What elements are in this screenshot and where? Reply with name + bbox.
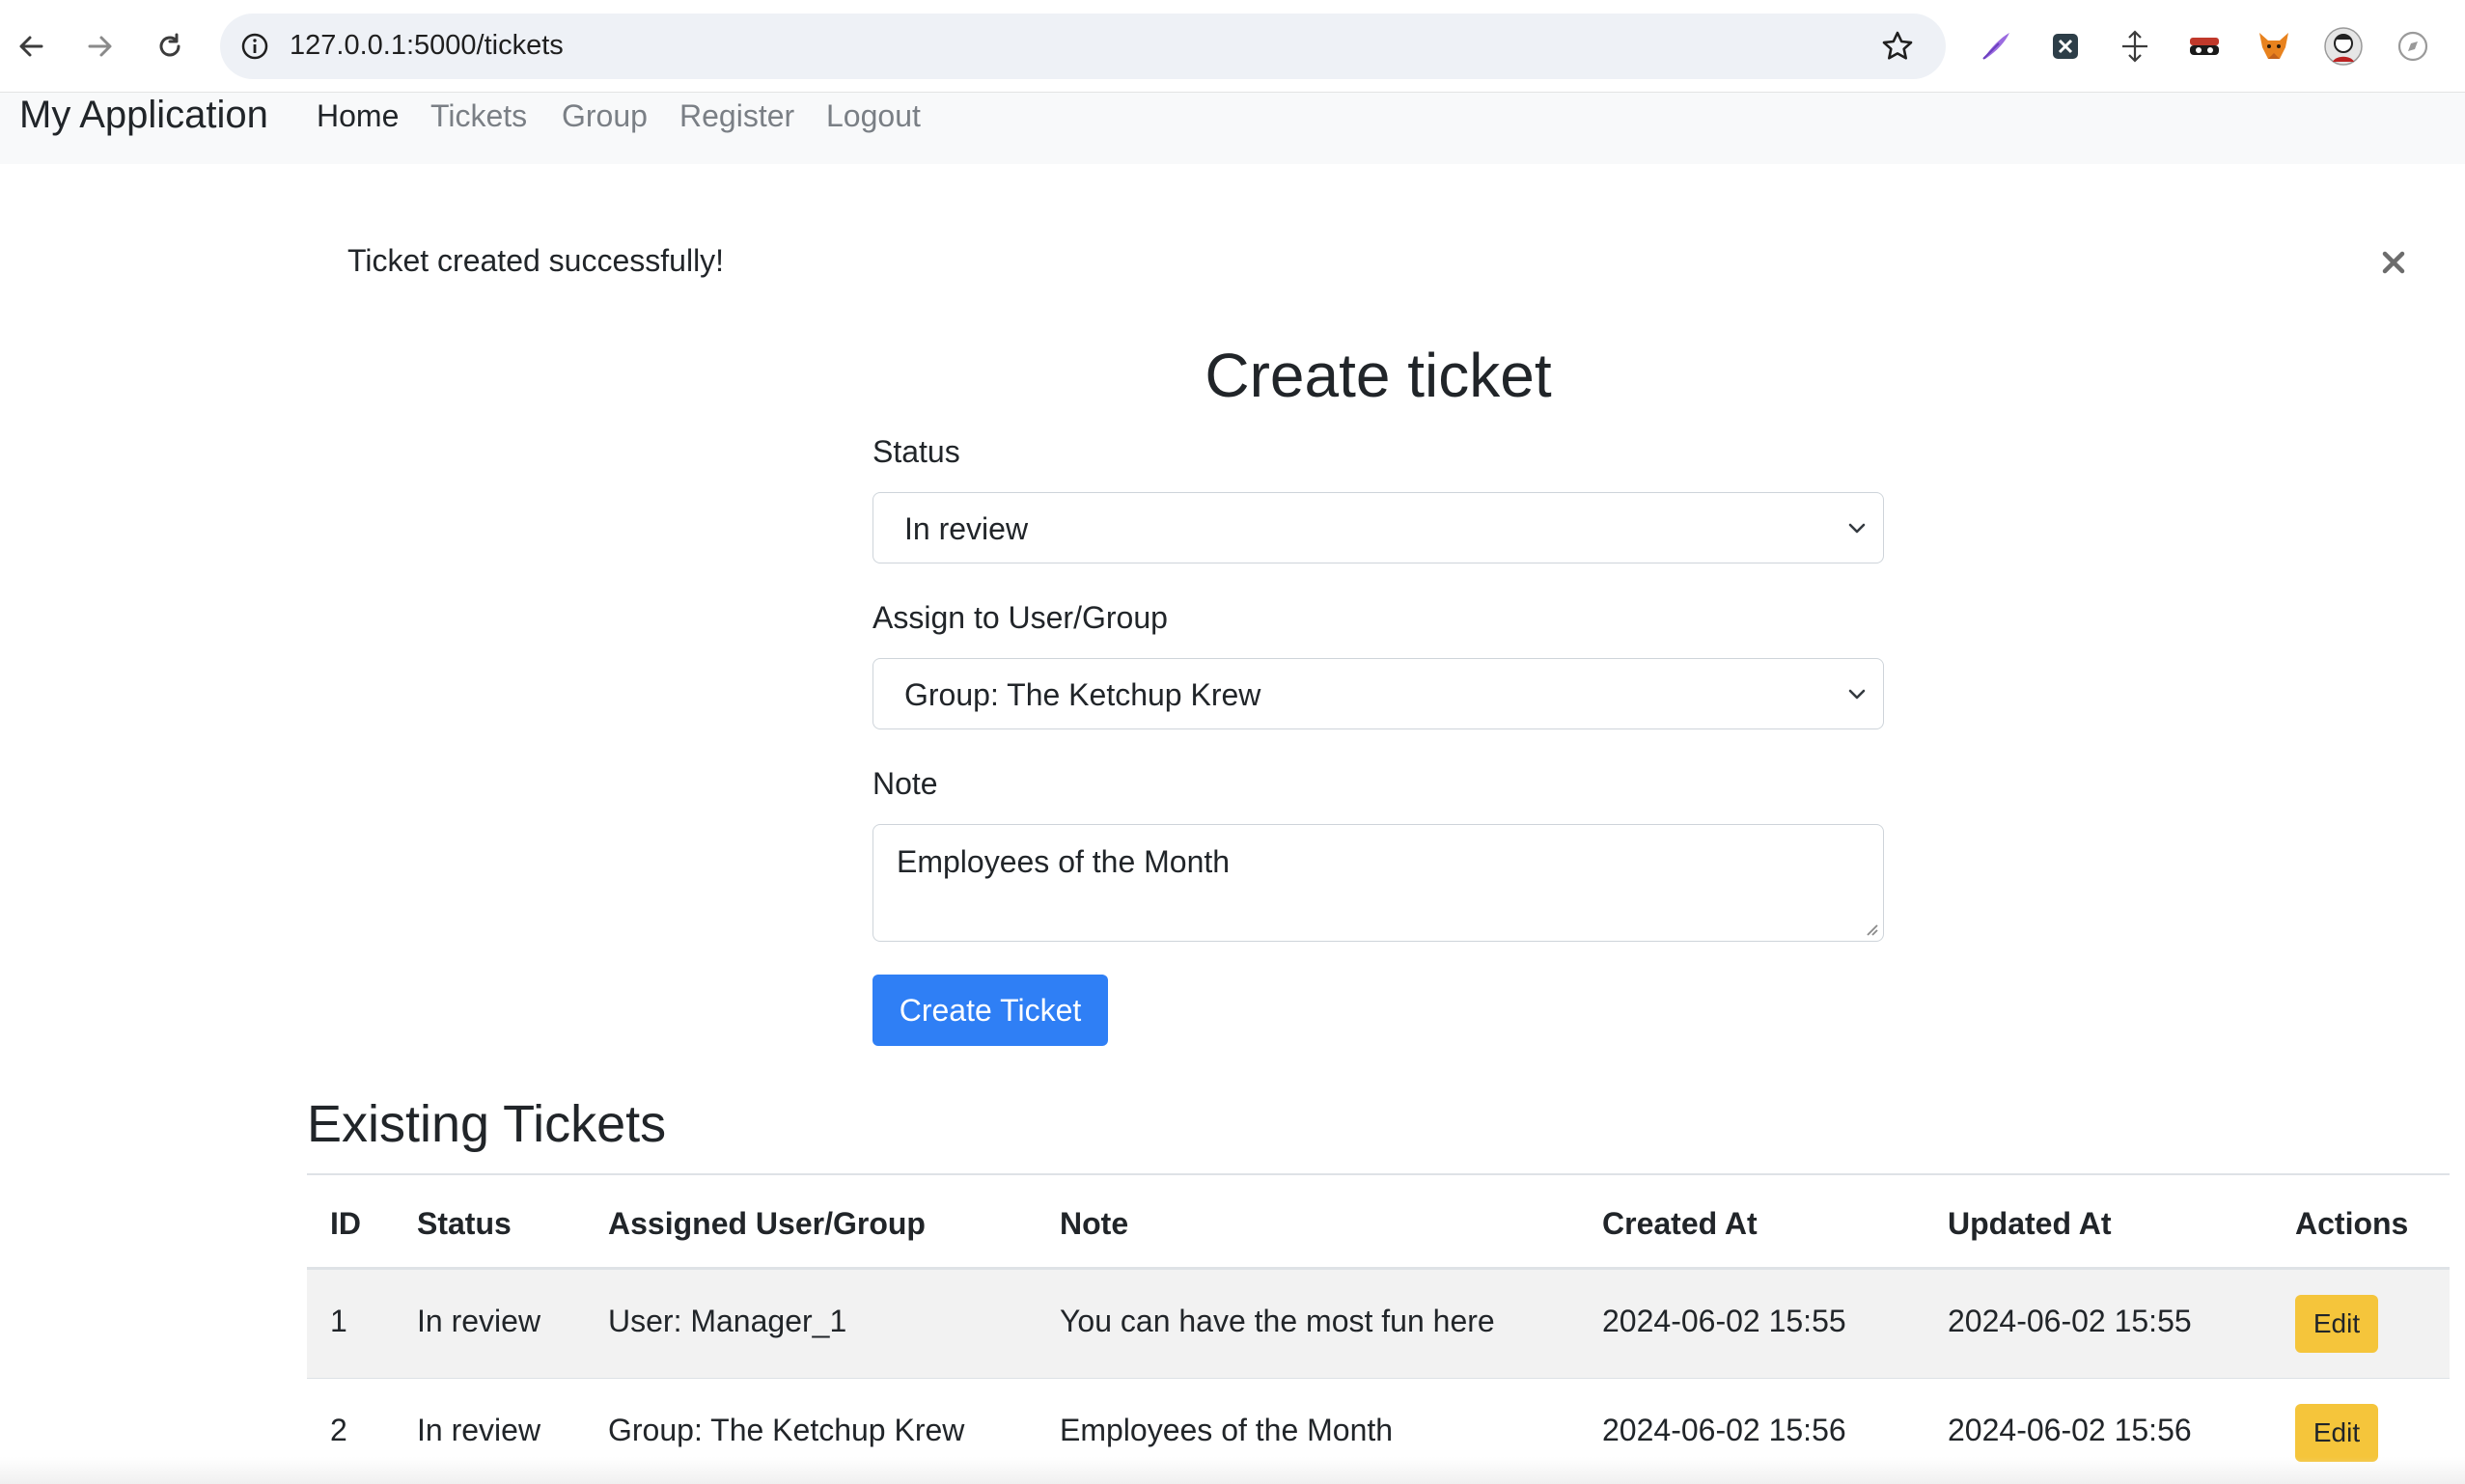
existing-tickets-title: Existing Tickets (307, 1095, 667, 1153)
cell-status: In review (417, 1304, 541, 1338)
nav-link-tickets[interactable]: Tickets (430, 96, 527, 135)
fox-extension-icon[interactable] (2253, 25, 2295, 68)
profile-avatar-icon[interactable] (2322, 25, 2365, 68)
bookmark-star-icon[interactable] (1876, 25, 1919, 68)
note-textarea[interactable]: Employees of the Month (872, 824, 1884, 942)
x-extension-icon[interactable] (2044, 25, 2087, 68)
mask-extension-icon[interactable] (2183, 25, 2226, 68)
column-header-created-at: Created At (1602, 1206, 1758, 1241)
assign-select[interactable]: Group: The Ketchup Krew (872, 658, 1884, 729)
cell-status: In review (417, 1413, 541, 1447)
table-row: 1 In review User: Manager_1 You can have… (307, 1270, 2450, 1379)
cell-updated-at: 2024-06-02 15:56 (1948, 1413, 2192, 1447)
assign-select-value: Group: The Ketchup Krew (904, 677, 1261, 712)
column-header-id: ID (330, 1206, 361, 1241)
window-bottom-edge (0, 1457, 2465, 1484)
cell-assigned: Group: The Ketchup Krew (608, 1413, 965, 1447)
nav-link-home[interactable]: Home (317, 96, 399, 135)
back-arrow-icon[interactable] (8, 23, 54, 69)
edit-button[interactable]: Edit (2295, 1404, 2378, 1462)
column-header-assigned: Assigned User/Group (608, 1206, 926, 1241)
form-title: Create ticket (1205, 341, 1552, 410)
forward-arrow-icon[interactable] (77, 23, 124, 69)
column-header-note: Note (1060, 1206, 1129, 1241)
close-icon[interactable] (2374, 243, 2413, 282)
feather-pen-extension-icon[interactable] (1975, 25, 2017, 68)
navbar-brand[interactable]: My Application (19, 93, 268, 137)
cell-assigned: User: Manager_1 (608, 1304, 847, 1338)
status-label: Status (872, 434, 960, 469)
column-header-updated-at: Updated At (1948, 1206, 2112, 1241)
assign-label: Assign to User/Group (872, 600, 1168, 635)
address-bar[interactable]: 127.0.0.1:5000/tickets (220, 14, 1946, 79)
cell-note: You can have the most fun here (1060, 1304, 1495, 1338)
create-ticket-button[interactable]: Create Ticket (872, 975, 1108, 1046)
compass-extension-icon[interactable] (2392, 25, 2434, 68)
status-select[interactable]: In review (872, 492, 1884, 563)
site-info-icon[interactable] (235, 27, 274, 66)
chevron-down-icon (1842, 514, 1871, 543)
cell-created-at: 2024-06-02 15:56 (1602, 1413, 1846, 1447)
cell-note: Employees of the Month (1060, 1413, 1394, 1447)
cell-id: 1 (330, 1304, 347, 1338)
note-label: Note (872, 766, 938, 801)
tickets-table: ID Status Assigned User/Group Note Creat… (307, 1173, 2450, 1484)
cell-updated-at: 2024-06-02 15:55 (1948, 1304, 2192, 1338)
nav-link-register[interactable]: Register (679, 96, 794, 135)
move-arrows-extension-icon[interactable] (2114, 25, 2156, 68)
table-header: ID Status Assigned User/Group Note Creat… (307, 1175, 2450, 1270)
edit-button[interactable]: Edit (2295, 1295, 2378, 1353)
browser-toolbar: 127.0.0.1:5000/tickets (0, 0, 2465, 93)
column-header-status: Status (417, 1206, 512, 1241)
chevron-down-icon (1842, 680, 1871, 709)
note-textarea-value: Employees of the Month (897, 844, 1231, 879)
nav-link-group[interactable]: Group (562, 96, 648, 135)
reload-icon[interactable] (147, 23, 193, 69)
app-navbar: My Application Home Tickets Group Regist… (0, 93, 2465, 164)
url-text[interactable]: 127.0.0.1:5000/tickets (290, 30, 564, 62)
cell-id: 2 (330, 1413, 347, 1447)
alert-message: Ticket created successfully! (347, 243, 725, 278)
status-select-value: In review (904, 511, 1029, 546)
cell-created-at: 2024-06-02 15:55 (1602, 1304, 1846, 1338)
column-header-actions: Actions (2295, 1206, 2409, 1241)
resize-grip-icon[interactable] (1862, 920, 1879, 937)
nav-link-logout[interactable]: Logout (826, 96, 921, 135)
